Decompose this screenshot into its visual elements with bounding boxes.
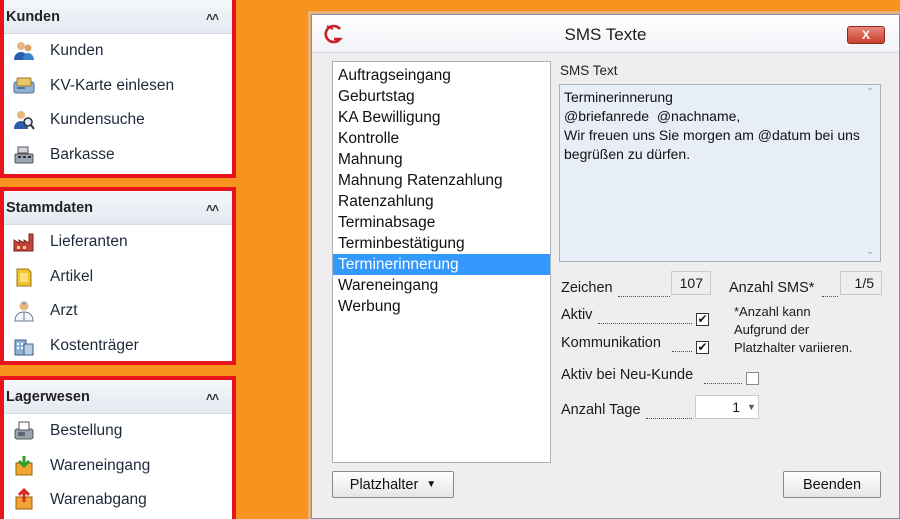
note-line: Platzhalter variieren. — [734, 340, 853, 355]
nav-item-arzt[interactable]: Arzt — [4, 294, 232, 329]
card-reader-icon — [10, 74, 38, 98]
anzahl-tage-value: 1 — [732, 399, 740, 415]
aktiv-neu-kunde-checkbox[interactable] — [746, 372, 759, 385]
template-list[interactable]: Auftragseingang Geburtstag KA Bewilligung K… — [332, 61, 551, 463]
template-list-item[interactable]: Terminabsage — [333, 212, 550, 233]
nav-group-stammdaten: Stammdaten ˄˄ Lieferanten Artikel Arzt K… — [0, 187, 236, 365]
template-list-item[interactable]: Geburtstag — [333, 86, 550, 107]
group-header-kunden[interactable]: Kunden ˄˄ — [4, 0, 232, 34]
nav-item-label: Kundensuche — [50, 111, 145, 129]
customers-icon — [10, 39, 38, 63]
group-title: Lagerwesen — [6, 388, 90, 405]
anzahl-tage-label: Anzahl Tage — [561, 402, 641, 418]
insurer-building-icon — [10, 334, 38, 358]
anzahl-note: *Anzahl kann Aufgrund der Platzhalter va… — [734, 303, 853, 357]
scroll-down-icon[interactable]: ⌄ — [866, 246, 874, 257]
goods-in-icon — [10, 454, 38, 478]
close-button[interactable]: X — [847, 26, 885, 44]
collapse-icon[interactable]: ˄˄ — [206, 10, 219, 24]
anzahl-sms-label: Anzahl SMS* — [729, 280, 815, 296]
goods-out-icon — [10, 488, 38, 512]
nav-item-kundensuche[interactable]: Kundensuche — [4, 103, 232, 138]
kommunikation-label: Kommunikation — [561, 335, 661, 351]
factory-icon — [10, 230, 38, 254]
sms-text-label: SMS Text — [560, 63, 618, 78]
nav-item-kunden[interactable]: Kunden — [4, 34, 232, 69]
collapse-icon[interactable]: ˄˄ — [206, 201, 219, 215]
nav-item-label: Barkasse — [50, 145, 115, 163]
nav-item-lieferanten[interactable]: Lieferanten — [4, 225, 232, 260]
leader-dots — [618, 296, 670, 297]
template-list-item[interactable]: KA Bewilligung — [333, 107, 550, 128]
anzahl-sms-value: 1/5 — [840, 271, 882, 295]
sms-text-content[interactable]: Terminerinnerung @briefanrede @nachname,… — [564, 88, 860, 164]
doctor-icon — [10, 299, 38, 323]
nav-item-label: Wareneingang — [50, 456, 151, 474]
leader-dots — [822, 296, 838, 297]
zeichen-value: 107 — [671, 271, 711, 295]
dropdown-arrow-icon: ▼ — [747, 402, 756, 412]
group-header-stammdaten[interactable]: Stammdaten ˄˄ — [4, 191, 232, 225]
template-list-item[interactable]: Auftragseingang — [333, 65, 550, 86]
leader-dots — [598, 323, 692, 324]
dropdown-arrow-icon: ▼ — [426, 479, 437, 490]
aktiv-label: Aktiv — [561, 307, 593, 323]
nav-group-lagerwesen: Lagerwesen ˄˄ Bestellung Wareneingang Wa… — [0, 376, 236, 519]
dialog-title: SMS Texte — [564, 25, 647, 44]
nav-item-label: Bestellung — [50, 422, 123, 440]
nav-item-bestellung[interactable]: Bestellung — [4, 414, 232, 449]
collapse-icon[interactable]: ˄˄ — [206, 390, 219, 404]
nav-group-kunden: Kunden ˄˄ Kunden KV-Karte einlesen Kunde… — [0, 0, 236, 178]
article-box-icon — [10, 265, 38, 289]
template-list-item[interactable]: Wareneingang — [333, 275, 550, 296]
nav-item-barkasse[interactable]: Barkasse — [4, 138, 232, 173]
nav-item-label: Lieferanten — [50, 233, 128, 251]
nav-item-label: Kostenträger — [50, 336, 139, 354]
template-list-item[interactable]: Werbung — [333, 296, 550, 317]
nav-item-label: Warenabgang — [50, 491, 147, 509]
nav-item-label: Arzt — [50, 302, 78, 320]
close-icon: X — [861, 28, 870, 42]
platzhalter-button[interactable]: Platzhalter ▼ — [332, 471, 454, 498]
nav-item-warenabgang[interactable]: Warenabgang — [4, 483, 232, 518]
platzhalter-label: Platzhalter — [349, 476, 419, 493]
nav-item-wareneingang[interactable]: Wareneingang — [4, 449, 232, 484]
navigation-panel: Kunden ˄˄ Kunden KV-Karte einlesen Kunde… — [0, 0, 240, 519]
leader-dots — [672, 351, 692, 352]
note-line: Aufgrund der — [734, 322, 810, 337]
nav-item-artikel[interactable]: Artikel — [4, 260, 232, 295]
note-line: *Anzahl kann — [734, 304, 811, 319]
template-list-item[interactable]: Terminbestätigung — [333, 233, 550, 254]
anzahl-tage-select[interactable]: 1 ▼ — [695, 395, 759, 419]
nav-item-label: Kunden — [50, 42, 104, 60]
template-list-item[interactable]: Mahnung — [333, 149, 550, 170]
aktiv-checkbox[interactable]: ✔ — [696, 313, 709, 326]
sms-text-area[interactable]: Terminerinnerung @briefanrede @nachname,… — [559, 84, 881, 262]
leader-dots — [704, 383, 742, 384]
group-header-lagerwesen[interactable]: Lagerwesen ˄˄ — [4, 380, 232, 414]
nav-item-kostentraeger[interactable]: Kostenträger — [4, 329, 232, 364]
beenden-button[interactable]: Beenden — [783, 471, 881, 498]
scroll-up-icon[interactable]: ⌃ — [866, 87, 874, 98]
fax-order-icon — [10, 419, 38, 443]
template-list-item[interactable]: Terminerinnerung — [333, 254, 550, 275]
template-list-item[interactable]: Ratenzahlung — [333, 191, 550, 212]
template-list-item[interactable]: Mahnung Ratenzahlung — [333, 170, 550, 191]
cash-register-icon — [10, 143, 38, 167]
sms-scrollbar[interactable]: ⌃ ⌄ — [863, 85, 880, 261]
group-title: Kunden — [6, 8, 60, 25]
aktiv-neu-kunde-label: Aktiv bei Neu-Kunde — [561, 367, 694, 383]
nav-item-label: Artikel — [50, 267, 94, 285]
customer-search-icon — [10, 108, 38, 132]
sms-texte-dialog: SMS Texte X Auftragseingang Geburtstag KA … — [311, 14, 900, 519]
template-list-item[interactable]: Kontrolle — [333, 128, 550, 149]
group-title: Stammdaten — [6, 199, 94, 216]
nav-item-label: KV-Karte einlesen — [50, 76, 175, 94]
leader-dots — [646, 418, 692, 419]
nav-item-kv-karte-einlesen[interactable]: KV-Karte einlesen — [4, 69, 232, 104]
kommunikation-checkbox[interactable]: ✔ — [696, 341, 709, 354]
dialog-titlebar[interactable]: SMS Texte X — [312, 15, 899, 53]
zeichen-label: Zeichen — [561, 280, 613, 296]
